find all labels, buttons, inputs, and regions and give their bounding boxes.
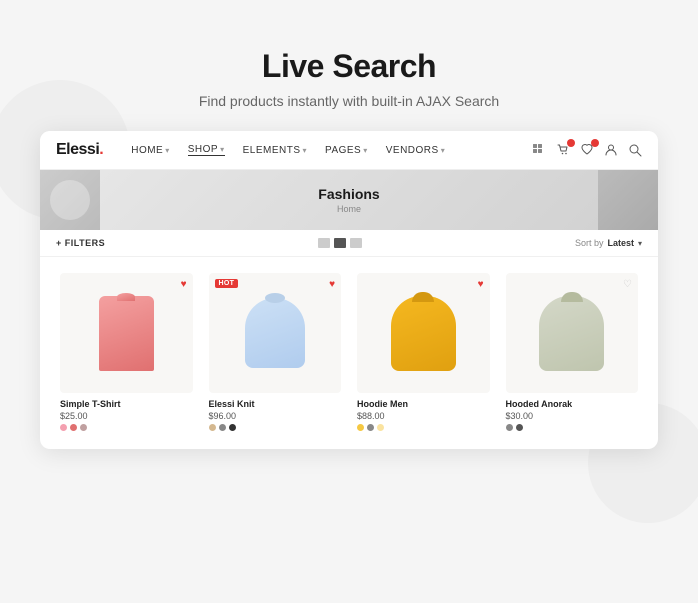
- view-toggle-list[interactable]: [350, 238, 362, 248]
- product-name: Hoodie Men: [357, 399, 490, 409]
- chevron-icon: ▾: [441, 146, 446, 155]
- color-swatch[interactable]: [70, 424, 77, 431]
- hero-banner: Fashions Home: [40, 170, 658, 230]
- wishlist-button[interactable]: ♡: [623, 279, 632, 290]
- nav-icons: [532, 143, 642, 157]
- search-icon-btn[interactable]: [628, 143, 642, 157]
- user-icon-btn[interactable]: [604, 143, 618, 157]
- wishlist-button[interactable]: ♥: [478, 279, 484, 290]
- hero-right-image: [598, 170, 658, 230]
- product-colors: [357, 424, 490, 431]
- cart-icon-btn[interactable]: [556, 143, 570, 157]
- page-title: Live Search: [262, 48, 436, 85]
- color-swatch[interactable]: [60, 424, 67, 431]
- content-area: Live Search Find products instantly with…: [40, 48, 658, 449]
- wishlist-icon-btn[interactable]: [580, 143, 594, 157]
- nav-bar: Elessi. HOME ▾ SHOP ▾ ELEMENTS ▾ PAGES ▾…: [40, 131, 658, 170]
- product-price: $30.00: [506, 411, 639, 421]
- wishlist-button[interactable]: ♥: [181, 279, 187, 290]
- nav-link-elements[interactable]: ELEMENTS ▾: [243, 145, 307, 156]
- product-image-hoodie: [391, 296, 456, 371]
- product-image-wrap[interactable]: ♡: [506, 273, 639, 393]
- wishlist-button[interactable]: ♥: [329, 279, 335, 290]
- page-wrapper: Live Search Find products instantly with…: [20, 20, 678, 583]
- filters-bar: + FILTERS Sort by Latest ▾: [40, 230, 658, 257]
- grid-icon-btn[interactable]: [532, 143, 546, 157]
- color-swatch[interactable]: [367, 424, 374, 431]
- chevron-icon: ▾: [363, 146, 368, 155]
- color-swatch[interactable]: [506, 424, 513, 431]
- product-card: ♥ Simple T-Shirt $25.00: [52, 265, 201, 437]
- products-grid: ♥ Simple T-Shirt $25.00 HOT ♥: [40, 257, 658, 449]
- hero-left-image: [40, 170, 100, 230]
- sort-label: Sort by: [575, 238, 604, 248]
- nav-links: HOME ▾ SHOP ▾ ELEMENTS ▾ PAGES ▾ VENDORS…: [131, 144, 532, 156]
- product-card: HOT ♥ Elessi Knit $96.00: [201, 265, 350, 437]
- product-image-shirt: [99, 296, 154, 371]
- view-toggle-grid-2[interactable]: [318, 238, 330, 248]
- sort-chevron-icon[interactable]: ▾: [638, 239, 642, 248]
- color-swatch[interactable]: [229, 424, 236, 431]
- hero-breadcrumb: Home: [337, 204, 361, 214]
- sort-area: Sort by Latest ▾: [575, 238, 642, 248]
- product-image-wrap[interactable]: ♥: [60, 273, 193, 393]
- logo-dot: .: [99, 141, 103, 158]
- product-name: Hooded Anorak: [506, 399, 639, 409]
- wishlist-badge: [591, 139, 599, 147]
- product-colors: [209, 424, 342, 431]
- product-card: ♥ Hoodie Men $88.00: [349, 265, 498, 437]
- hero-title: Fashions: [318, 186, 379, 202]
- nav-link-home[interactable]: HOME ▾: [131, 145, 170, 156]
- product-price: $25.00: [60, 411, 193, 421]
- product-card: ♡ Hooded Anorak $30.00: [498, 265, 647, 437]
- cart-badge: [567, 139, 575, 147]
- logo: Elessi.: [56, 141, 103, 159]
- color-swatch[interactable]: [219, 424, 226, 431]
- product-price: $88.00: [357, 411, 490, 421]
- nav-link-shop[interactable]: SHOP ▾: [188, 144, 225, 156]
- product-name: Elessi Knit: [209, 399, 342, 409]
- color-swatch[interactable]: [209, 424, 216, 431]
- nav-link-pages[interactable]: PAGES ▾: [325, 145, 368, 156]
- product-image-sweater: [245, 298, 305, 368]
- view-toggle-grid-4[interactable]: [334, 238, 346, 248]
- product-image-wrap[interactable]: HOT ♥: [209, 273, 342, 393]
- color-swatch[interactable]: [516, 424, 523, 431]
- product-colors: [506, 424, 639, 431]
- product-image-wrap[interactable]: ♥: [357, 273, 490, 393]
- page-subtitle: Find products instantly with built-in AJ…: [199, 93, 499, 109]
- product-name: Simple T-Shirt: [60, 399, 193, 409]
- browser-card: Elessi. HOME ▾ SHOP ▾ ELEMENTS ▾ PAGES ▾…: [40, 131, 658, 449]
- chevron-icon: ▾: [303, 146, 308, 155]
- product-image-anorak: [539, 296, 604, 371]
- hot-badge: HOT: [215, 279, 239, 288]
- chevron-icon: ▾: [165, 146, 170, 155]
- color-swatch[interactable]: [357, 424, 364, 431]
- color-swatch[interactable]: [377, 424, 384, 431]
- filters-button[interactable]: + FILTERS: [56, 238, 105, 248]
- view-toggles: [318, 238, 362, 248]
- color-swatch[interactable]: [80, 424, 87, 431]
- filters-label: + FILTERS: [56, 238, 105, 248]
- nav-link-vendors[interactable]: VENDORS ▾: [386, 145, 445, 156]
- chevron-icon: ▾: [220, 145, 225, 154]
- product-price: $96.00: [209, 411, 342, 421]
- sort-value[interactable]: Latest: [607, 238, 634, 248]
- product-colors: [60, 424, 193, 431]
